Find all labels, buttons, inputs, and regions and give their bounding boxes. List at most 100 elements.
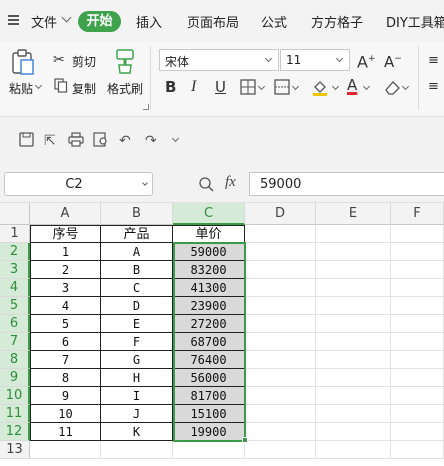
table-cell[interactable]: 5: [30, 315, 101, 333]
cell-d4[interactable]: [245, 279, 316, 297]
fill-handle[interactable]: [242, 437, 248, 443]
align-icon[interactable]: ≡: [428, 52, 439, 70]
table-cell[interactable]: 81700: [173, 387, 245, 405]
cell-e5[interactable]: [316, 297, 391, 315]
column-header-c[interactable]: C: [173, 203, 245, 225]
table-header-cell[interactable]: 序号: [30, 225, 101, 243]
row-header-3[interactable]: 3: [0, 261, 30, 279]
menu-icon[interactable]: [8, 15, 19, 25]
cell-b13[interactable]: [101, 441, 173, 459]
column-header-f[interactable]: F: [391, 203, 444, 225]
cell-d1[interactable]: [245, 225, 316, 243]
align-icon[interactable]: ≡: [428, 78, 439, 96]
chevron-down-icon[interactable]: [331, 82, 340, 91]
cell-f5[interactable]: [391, 297, 444, 315]
chevron-down-icon[interactable]: [362, 82, 371, 91]
column-header-d[interactable]: D: [245, 203, 316, 225]
cell-e2[interactable]: [316, 243, 391, 261]
select-all-corner[interactable]: [0, 203, 30, 225]
row-header-2[interactable]: 2: [0, 243, 30, 261]
paste-dropdown-icon[interactable]: [34, 81, 43, 90]
name-box[interactable]: C2: [4, 172, 153, 196]
font-size-select[interactable]: 11: [280, 49, 350, 71]
table-header-cell[interactable]: 产品: [101, 225, 173, 243]
underline-button[interactable]: U: [215, 78, 226, 96]
cell-d9[interactable]: [245, 369, 316, 387]
table-cell[interactable]: 3: [30, 279, 101, 297]
tab-page-layout[interactable]: 页面布局: [187, 12, 239, 31]
cell-e12[interactable]: [316, 423, 391, 441]
cell-f13[interactable]: [391, 441, 444, 459]
merge-cells-icon[interactable]: [274, 79, 290, 95]
row-header-10[interactable]: 10: [0, 387, 30, 405]
print-icon[interactable]: [68, 132, 84, 147]
table-cell[interactable]: 6: [30, 333, 101, 351]
table-cell[interactable]: 15100: [173, 405, 245, 423]
table-cell[interactable]: 59000: [173, 243, 245, 261]
cell-d6[interactable]: [245, 315, 316, 333]
cell-d3[interactable]: [245, 261, 316, 279]
chevron-down-icon[interactable]: [401, 82, 410, 91]
table-cell[interactable]: 23900: [173, 297, 245, 315]
cell-f1[interactable]: [391, 225, 444, 243]
cell-c13[interactable]: [173, 441, 245, 459]
table-cell[interactable]: G: [101, 351, 173, 369]
customize-dropdown-icon[interactable]: [171, 134, 180, 143]
cell-e9[interactable]: [316, 369, 391, 387]
row-header-5[interactable]: 5: [0, 297, 30, 315]
dialog-launcher-icon[interactable]: [143, 104, 149, 110]
cell-d8[interactable]: [245, 351, 316, 369]
table-cell[interactable]: 2: [30, 261, 101, 279]
table-cell[interactable]: E: [101, 315, 173, 333]
cell-e10[interactable]: [316, 387, 391, 405]
chevron-down-icon[interactable]: [61, 12, 72, 23]
tab-home[interactable]: 开始: [78, 11, 121, 32]
cell-e1[interactable]: [316, 225, 391, 243]
italic-button[interactable]: I: [191, 78, 196, 96]
table-cell[interactable]: 27200: [173, 315, 245, 333]
cell-d12[interactable]: [245, 423, 316, 441]
row-header-6[interactable]: 6: [0, 315, 30, 333]
cell-e6[interactable]: [316, 315, 391, 333]
cell-d5[interactable]: [245, 297, 316, 315]
table-cell[interactable]: 83200: [173, 261, 245, 279]
row-header-1[interactable]: 1: [0, 225, 30, 243]
cell-e13[interactable]: [316, 441, 391, 459]
column-header-a[interactable]: A: [30, 203, 101, 225]
spreadsheet-grid[interactable]: A B C D E F 1 2 3 4 5 6 7 8 9 10 11 12 13 序号 产品 单价 1 A 59000 2 B 83…: [0, 203, 444, 466]
tab-diy-toolbox[interactable]: DIY工具箱: [386, 12, 444, 31]
cell-f8[interactable]: [391, 351, 444, 369]
cell-d2[interactable]: [245, 243, 316, 261]
row-header-9[interactable]: 9: [0, 369, 30, 387]
chevron-down-icon[interactable]: [257, 82, 266, 91]
table-cell[interactable]: C: [101, 279, 173, 297]
cell-f7[interactable]: [391, 333, 444, 351]
redo-icon[interactable]: ↷: [145, 133, 157, 149]
cell-e11[interactable]: [316, 405, 391, 423]
table-cell[interactable]: F: [101, 333, 173, 351]
table-cell[interactable]: A: [101, 243, 173, 261]
column-header-b[interactable]: B: [101, 203, 173, 225]
fill-color-icon[interactable]: [311, 78, 329, 96]
copy-button[interactable]: 复制: [72, 80, 96, 97]
table-cell[interactable]: J: [101, 405, 173, 423]
export-icon[interactable]: ⇱: [44, 133, 56, 149]
paste-icon[interactable]: [10, 48, 36, 76]
eraser-icon[interactable]: [383, 78, 401, 96]
font-color-button[interactable]: A: [347, 76, 357, 94]
table-cell[interactable]: H: [101, 369, 173, 387]
cell-e4[interactable]: [316, 279, 391, 297]
row-header-13[interactable]: 13: [0, 441, 30, 459]
file-menu[interactable]: 文件: [31, 12, 57, 31]
cell-f3[interactable]: [391, 261, 444, 279]
increase-font-icon[interactable]: A+: [357, 50, 376, 71]
chevron-down-icon[interactable]: [291, 82, 300, 91]
cell-d13[interactable]: [245, 441, 316, 459]
table-cell[interactable]: K: [101, 423, 173, 441]
cell-f9[interactable]: [391, 369, 444, 387]
table-cell[interactable]: I: [101, 387, 173, 405]
row-header-11[interactable]: 11: [0, 405, 30, 423]
print-preview-icon[interactable]: [93, 132, 109, 147]
tab-fangfang[interactable]: 方方格子: [311, 12, 363, 31]
table-cell[interactable]: 19900: [173, 423, 245, 441]
